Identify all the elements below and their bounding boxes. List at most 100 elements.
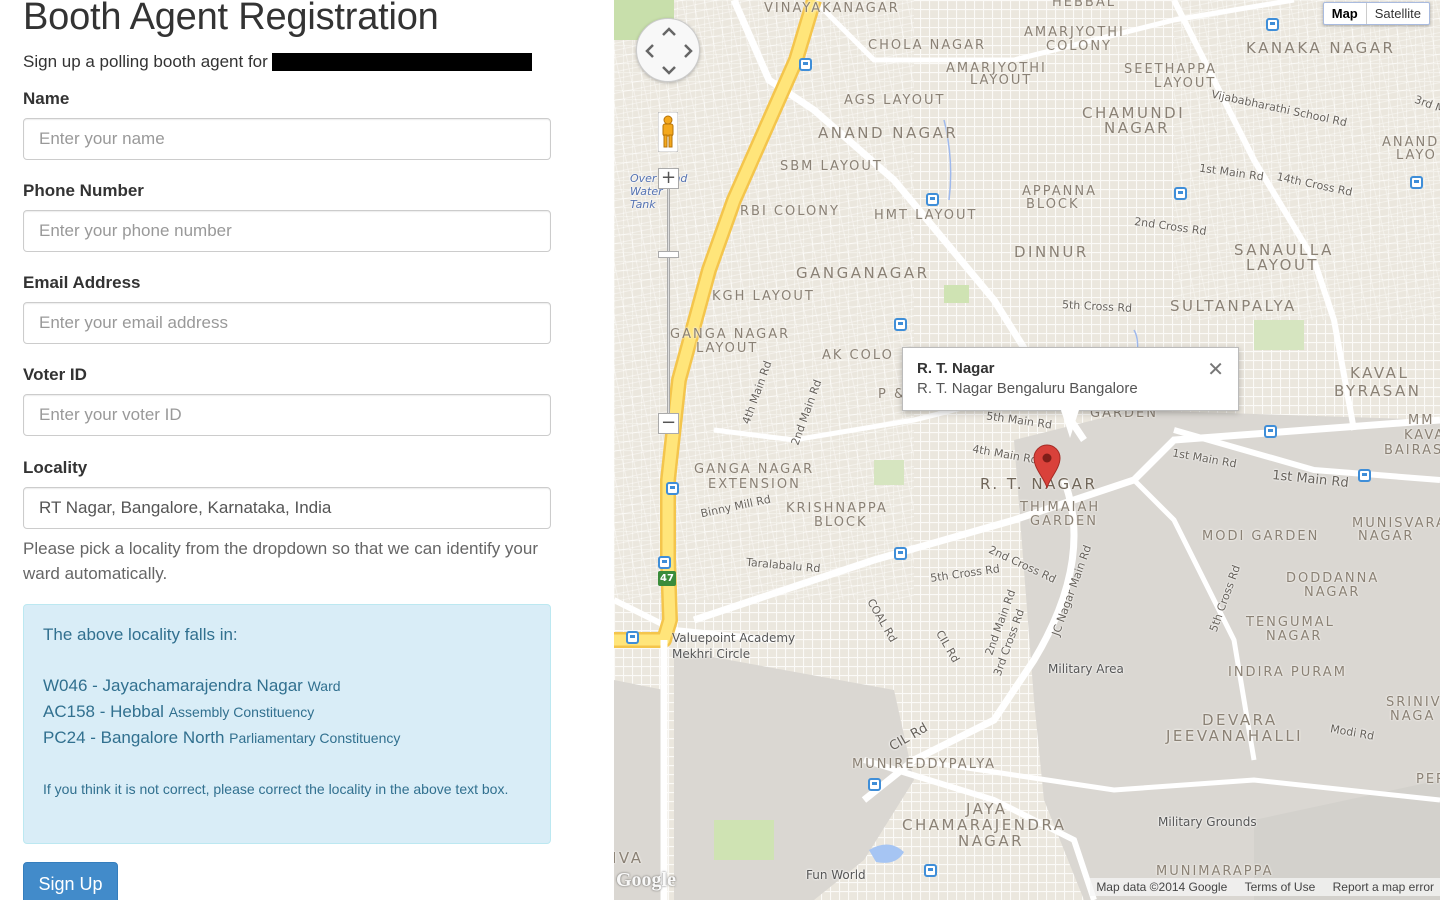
assembly-name: AC158 - Hebbal [43, 702, 164, 721]
voter-id-input[interactable] [23, 394, 551, 436]
bus-stop-icon [626, 631, 639, 644]
bus-stop-icon [894, 318, 907, 331]
map-type-map-button[interactable]: Map [1324, 3, 1367, 24]
terms-of-use-link[interactable]: Terms of Use [1245, 880, 1316, 894]
area-label: KRISHNAPPA [786, 501, 888, 516]
area-label: KANAKA NAGAR [1246, 39, 1396, 57]
area-label: DINNUR [1014, 243, 1089, 261]
place-info-window: R. T. Nagar R. T. Nagar Bengaluru Bangal… [902, 347, 1239, 411]
area-label: IVA [614, 849, 644, 867]
area-label: SRINIVA [1386, 695, 1440, 710]
phone-label: Phone Number [23, 181, 144, 200]
info-window-subtitle: R. T. Nagar Bengaluru Bangalore [917, 380, 1138, 397]
poi-mekhri-circle: Mekhri Circle [672, 647, 751, 661]
poi-valuepoint-academy: Valuepoint Academy [672, 631, 796, 645]
poi-fun-world: Fun World [806, 868, 866, 882]
area-label: MM [1408, 413, 1435, 428]
area-label: GARDEN [1030, 514, 1098, 529]
bus-stop-icon [666, 482, 679, 495]
area-label: HEBBAL [1052, 0, 1116, 10]
area-label: GANGA NAGAR [694, 462, 815, 477]
area-label: BLOCK [814, 515, 868, 530]
ward-suffix: Ward [307, 678, 341, 694]
email-input[interactable] [23, 302, 551, 344]
area-label: BLOCK [1026, 197, 1080, 212]
area-label: DODDANNA [1286, 571, 1380, 586]
locality-help-text: Please pick a locality from the dropdown… [23, 539, 538, 583]
area-label: NAGAR [958, 832, 1025, 850]
area-label: MUNIMARAPPA [1156, 864, 1274, 879]
area-label: NAGAR [1266, 629, 1323, 644]
area-label: LAYOUT [1246, 256, 1320, 274]
area-label: JAYA [966, 800, 1008, 818]
area-label: LAYOUT [1154, 76, 1217, 91]
map-view[interactable]: VINAYAKANAGAR HEBBAL AMARJYOTHI COLONY C… [614, 0, 1440, 900]
report-map-error-link[interactable]: Report a map error [1333, 880, 1434, 894]
name-label: Name [23, 89, 70, 108]
google-logo: Google [616, 869, 676, 891]
area-label: TENGUMAL [1246, 615, 1335, 630]
bus-stop-icon [1410, 176, 1423, 189]
ward-name: W046 - Jayachamarajendra Nagar [43, 676, 303, 695]
sign-up-button[interactable]: Sign Up [23, 862, 118, 900]
page-subtitle: Sign up a polling booth agent for [23, 52, 532, 72]
area-label: GANGA NAGAR [670, 327, 791, 342]
area-label: MUNIREDDYPALYA [852, 757, 997, 772]
area-label: INDIRA PURAM [1228, 665, 1347, 680]
info-window-pointer [1061, 410, 1079, 438]
area-label: CHOLA NAGAR [868, 38, 987, 53]
phone-input[interactable] [23, 210, 551, 252]
map-type-satellite-button[interactable]: Satellite [1367, 3, 1429, 24]
map-attribution: Map data ©2014 Google Terms of Use Repor… [1090, 878, 1440, 896]
ward-correction-note: If you think it is not correct, please c… [43, 781, 509, 797]
area-label: AMARJYOTHI [1024, 25, 1125, 40]
zoom-in-button[interactable]: + [658, 168, 679, 189]
area-label: LAYOUT [970, 73, 1033, 88]
bus-stop-icon [799, 58, 812, 71]
subtitle-text: Sign up a polling booth agent for [23, 52, 268, 71]
area-label: CHAMARAJENDRA [902, 816, 1067, 834]
voter-id-label: Voter ID [23, 365, 87, 384]
page-title: Booth Agent Registration [23, 0, 439, 38]
street-view-pegman-icon[interactable] [658, 112, 678, 152]
assembly-suffix: Assembly Constituency [168, 704, 315, 720]
area-label: HMT LAYOUT [874, 208, 978, 223]
zoom-slider-handle[interactable] [658, 251, 679, 258]
area-label: AGS LAYOUT [844, 93, 946, 108]
highway-shield: 47 [658, 571, 676, 586]
map-data-credit: Map data ©2014 Google [1096, 880, 1228, 894]
area-label: SANAULLA [1234, 241, 1334, 259]
zoom-out-button[interactable]: − [658, 413, 679, 434]
area-label: KGH LAYOUT [712, 289, 815, 304]
redacted-block [271, 53, 532, 71]
area-label: KAVAL [1350, 364, 1410, 382]
bus-stop-icon [894, 547, 907, 560]
pan-arrows-icon [645, 27, 693, 75]
area-label: NAGAR [1358, 529, 1415, 544]
locality-input[interactable] [23, 487, 551, 529]
area-label: JEEVANAHALLI [1166, 727, 1304, 745]
area-label: SBM LAYOUT [780, 159, 883, 174]
area-label: BAIRASA [1384, 443, 1440, 458]
bus-stop-icon [926, 193, 939, 206]
parliament-line: PC24 - Bangalore North Parliamentary Con… [43, 725, 531, 751]
area-label: AK COLO [822, 348, 894, 363]
poi-military-grounds: Military Grounds [1158, 815, 1257, 829]
zoom-slider-track[interactable] [667, 170, 670, 432]
name-input[interactable] [23, 118, 551, 160]
bus-stop-icon [868, 778, 881, 791]
area-label: VINAYAKANAGAR [764, 1, 900, 16]
ward-info-box: The above locality falls in: W046 - Jaya… [23, 604, 551, 844]
bus-stop-icon [1264, 425, 1277, 438]
map-type-control: Map Satellite [1322, 2, 1430, 25]
locality-label: Locality [23, 458, 88, 477]
close-icon[interactable]: ✕ [1207, 357, 1224, 382]
location-pin-icon[interactable] [1032, 443, 1062, 489]
area-label: SEETHAPPA [1124, 62, 1218, 77]
area-label: COLONY [1046, 39, 1112, 54]
area-label: PERI [1416, 772, 1440, 787]
pan-control[interactable] [636, 18, 700, 82]
area-label: ANAND NAGAR [818, 124, 959, 142]
area-label: THIMAIAH [1020, 500, 1101, 515]
area-label: NAGAR [1304, 585, 1361, 600]
